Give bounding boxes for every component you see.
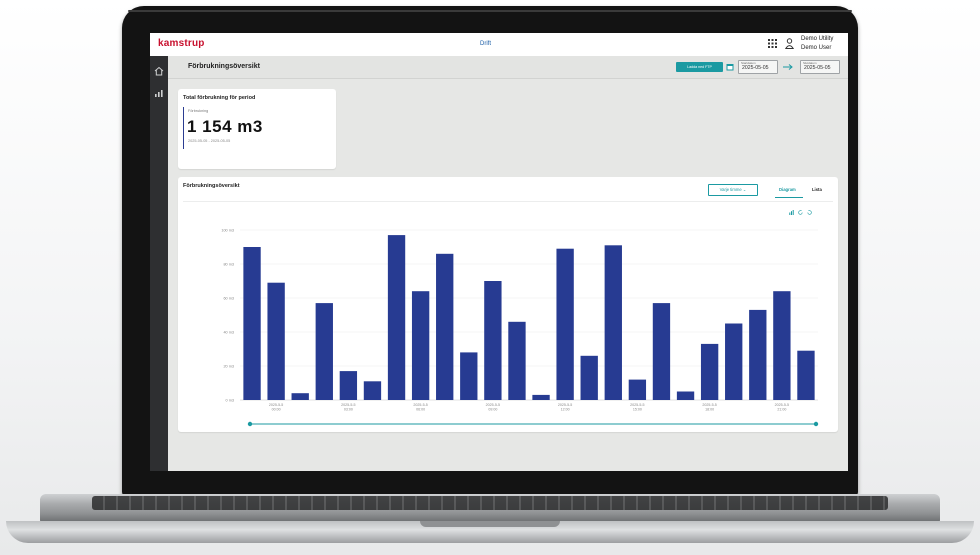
bar [749, 309, 767, 400]
y-tick-label: 100 m3 [221, 228, 234, 232]
brand-logo[interactable]: kamstrup [158, 38, 205, 49]
screen: kamstrup Drift Demo Utility Demo User Fö… [150, 33, 848, 471]
accent-bar [183, 107, 184, 149]
bar [628, 379, 647, 400]
consumption-chart-card: Förbrukningsöversikt Varje timme ⌄ Diagr… [178, 177, 838, 432]
bar [411, 291, 430, 400]
zoom-slider-handle-start [247, 421, 253, 427]
bar [267, 282, 285, 400]
end-date-field[interactable]: Slutdatum 2025-05-05 [800, 60, 840, 74]
bar-chart-icon[interactable] [154, 88, 164, 98]
laptop-notch [420, 521, 560, 527]
end-date-value: 2025-05-05 [804, 65, 831, 71]
bar [243, 247, 261, 400]
download-button[interactable]: Ladda ned FTP [676, 62, 723, 72]
start-date-field[interactable]: Startdatum 2025-05-05 [738, 60, 778, 74]
x-tick-label: 2025-5-5 [269, 403, 283, 407]
total-label: Förbrukning [188, 109, 209, 113]
bar [484, 281, 502, 400]
page-header: Förbrukningsöversikt Ladda ned FTP Start… [168, 56, 848, 79]
user-icon[interactable] [785, 38, 794, 49]
y-tick-label: 80 m3 [223, 262, 234, 266]
start-date-value: 2025-05-05 [742, 65, 769, 71]
utility-name: Demo Utility [801, 36, 834, 42]
x-tick-label: 06:00 [416, 408, 425, 412]
x-tick-label: 21:00 [777, 408, 786, 412]
x-tick-label: 2025-5-5 [486, 403, 500, 407]
x-tick-label: 09:00 [488, 408, 497, 412]
x-tick-label: 15:00 [633, 408, 642, 412]
app-title: Drift [480, 41, 491, 47]
x-tick-label: 00:00 [272, 408, 281, 412]
y-tick-label: 0 m3 [226, 398, 234, 402]
grid-icon[interactable] [768, 39, 777, 48]
x-tick-label: 2025-5-5 [558, 403, 572, 407]
arrow-right-icon [783, 64, 793, 70]
user-info[interactable]: Demo Utility Demo User [801, 35, 833, 53]
bar [460, 352, 478, 400]
laptop-keyboard [92, 496, 888, 510]
zoom-slider-handle-end [813, 421, 819, 427]
x-tick-label: 2025-5-5 [341, 403, 355, 407]
bar [315, 303, 333, 400]
x-tick-label: 18:00 [705, 408, 714, 412]
x-tick-label: 03:00 [344, 408, 353, 412]
bar [532, 394, 550, 400]
consumption-bar-chart: 0 m320 m340 m360 m380 m3100 m32025-5-500… [221, 228, 819, 427]
total-consumption-card: Total förbrukning för period Förbrukning… [178, 89, 336, 169]
y-tick-label: 40 m3 [223, 330, 234, 334]
total-date-range: 2025-05-05 - 2025-05-05 [188, 139, 231, 143]
x-tick-label: 2025-5-5 [630, 403, 644, 407]
calendar-icon[interactable] [726, 63, 734, 71]
bar [580, 355, 598, 400]
bar [797, 350, 815, 400]
bar [700, 343, 719, 400]
bar [339, 371, 358, 400]
bar [556, 248, 574, 400]
total-value: 1 154 m3 [187, 117, 263, 136]
total-card-title: Total förbrukning för period [183, 95, 256, 101]
bar [508, 321, 526, 400]
x-tick-label: 2025-5-5 [775, 403, 789, 407]
top-bar: kamstrup Drift Demo Utility Demo User [150, 33, 848, 57]
x-tick-label: 2025-5-5 [413, 403, 427, 407]
bar [387, 235, 406, 400]
y-tick-label: 60 m3 [223, 296, 234, 300]
bar [436, 253, 454, 400]
home-icon[interactable] [154, 66, 164, 76]
bar [773, 291, 791, 400]
bar [652, 303, 671, 400]
bar [676, 391, 695, 400]
user-name: Demo User [801, 45, 832, 51]
x-tick-label: 12:00 [561, 408, 570, 412]
page-title: Förbrukningsöversikt [188, 63, 260, 70]
bar [363, 381, 382, 400]
sidebar [150, 56, 168, 471]
y-tick-label: 20 m3 [223, 364, 234, 368]
bar [604, 245, 622, 400]
bar [291, 393, 309, 400]
x-tick-label: 2025-5-5 [702, 403, 716, 407]
bar [725, 323, 743, 400]
